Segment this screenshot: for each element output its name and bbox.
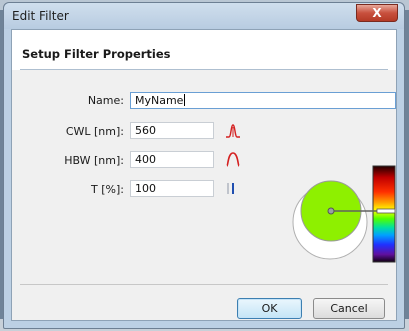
cwl-value: 560 [135,124,156,137]
t-value: 100 [135,182,156,195]
transmission-bar-icon[interactable] [225,180,237,196]
name-label: Name: [87,94,124,107]
ok-button[interactable]: OK [237,298,302,319]
hbw-value: 400 [135,153,156,166]
cwl-label: CWL [nm]: [65,125,124,138]
title-bar: Edit Filter X [4,3,404,29]
footer-divider [20,284,388,285]
text-caret [184,94,186,106]
section-title: Setup Filter Properties [22,47,171,61]
dialog-body: Setup Filter Properties Name: MyName CWL… [11,29,397,321]
cancel-button[interactable]: Cancel [313,298,385,319]
window-title: Edit Filter [12,9,69,23]
cwl-input[interactable]: 560 [130,122,214,139]
color-spectrum-preview[interactable] [287,164,397,264]
name-input[interactable]: MyName [130,92,396,109]
header-panel: Setup Filter Properties [12,30,396,70]
close-button[interactable]: X [356,4,398,22]
t-label: T [%]: [91,183,124,196]
hbw-input[interactable]: 400 [130,151,214,168]
edit-filter-dialog: Edit Filter X Setup Filter Properties Na… [3,2,405,329]
spectrum-bar [372,165,396,263]
header-divider [20,69,388,70]
name-value: MyName [135,94,184,107]
hbw-label: HBW [nm]: [64,154,124,167]
gaussian-peak-icon[interactable] [225,123,241,139]
wide-peak-icon[interactable] [225,151,241,167]
t-input[interactable]: 100 [130,180,214,197]
